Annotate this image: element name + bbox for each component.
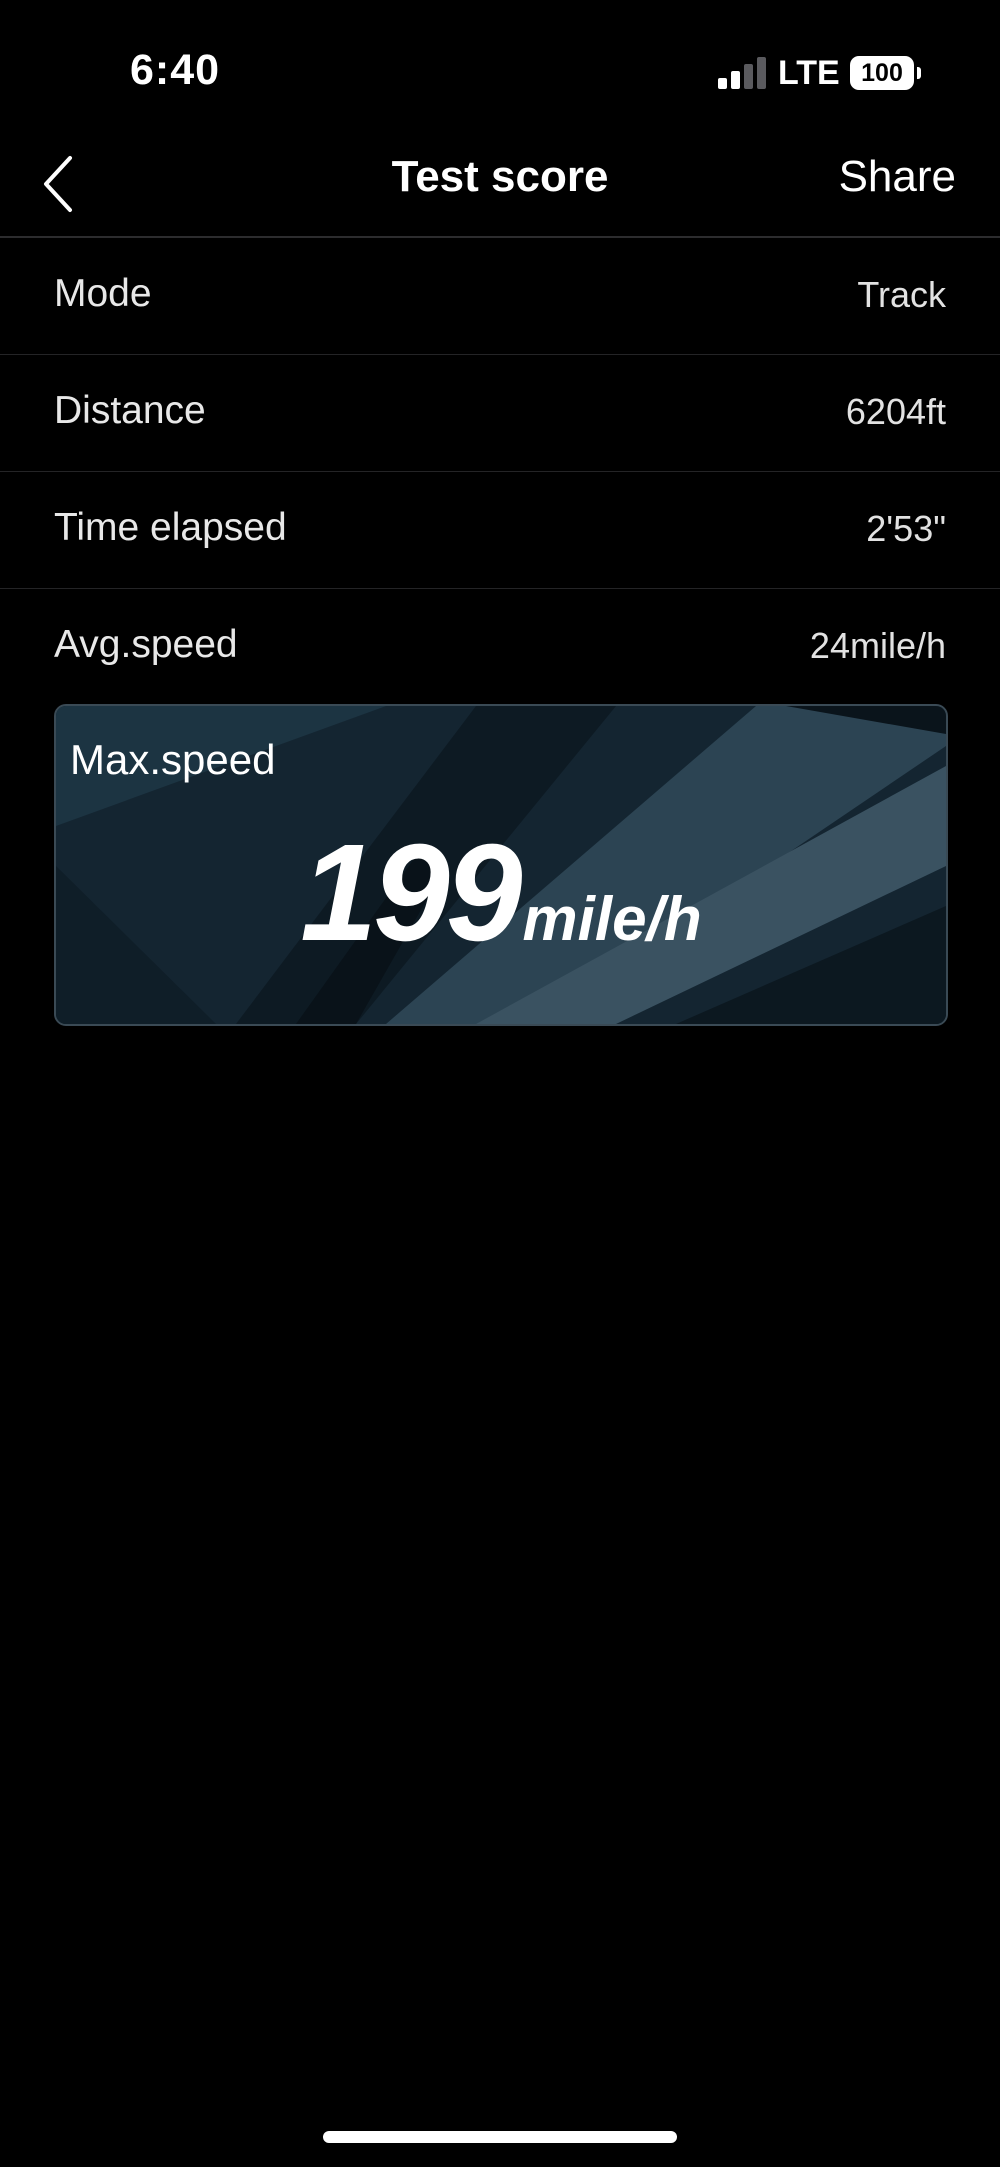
row-distance: Distance 6204ft xyxy=(0,355,1000,472)
max-speed-unit: mile/h xyxy=(522,885,702,954)
network-label: LTE xyxy=(778,54,840,92)
max-speed-card: Max.speed 199mile/h xyxy=(54,704,948,1026)
row-value: 24mile/h xyxy=(809,625,946,666)
status-time: 6:40 xyxy=(130,46,221,94)
max-speed-value: 199 xyxy=(300,816,522,970)
battery-icon: 100 xyxy=(850,56,922,92)
score-details: Mode Track Distance 6204ft Time elapsed … xyxy=(0,238,1000,705)
row-value: 6204ft xyxy=(845,391,946,432)
row-label: Avg.speed xyxy=(54,623,238,666)
row-value: 2'53" xyxy=(866,508,946,549)
share-button[interactable]: Share xyxy=(839,152,956,202)
row-time-elapsed: Time elapsed 2'53" xyxy=(0,472,1000,589)
row-label: Distance xyxy=(54,389,206,432)
row-mode: Mode Track xyxy=(0,238,1000,355)
max-speed-label: Max.speed xyxy=(70,736,276,783)
status-bar: 6:40 LTE 100 xyxy=(0,0,1000,140)
battery-level: 100 xyxy=(850,56,914,90)
row-value: Track xyxy=(857,274,946,315)
row-label: Time elapsed xyxy=(54,506,287,549)
home-indicator[interactable] xyxy=(323,2131,677,2143)
row-avg-speed: Avg.speed 24mile/h xyxy=(0,589,1000,705)
row-label: Mode xyxy=(54,272,152,315)
nav-bar: Test score Share xyxy=(0,140,1000,238)
battery-tip xyxy=(917,67,921,79)
max-speed-readout: 199mile/h xyxy=(56,814,946,973)
signal-icon xyxy=(718,57,766,89)
